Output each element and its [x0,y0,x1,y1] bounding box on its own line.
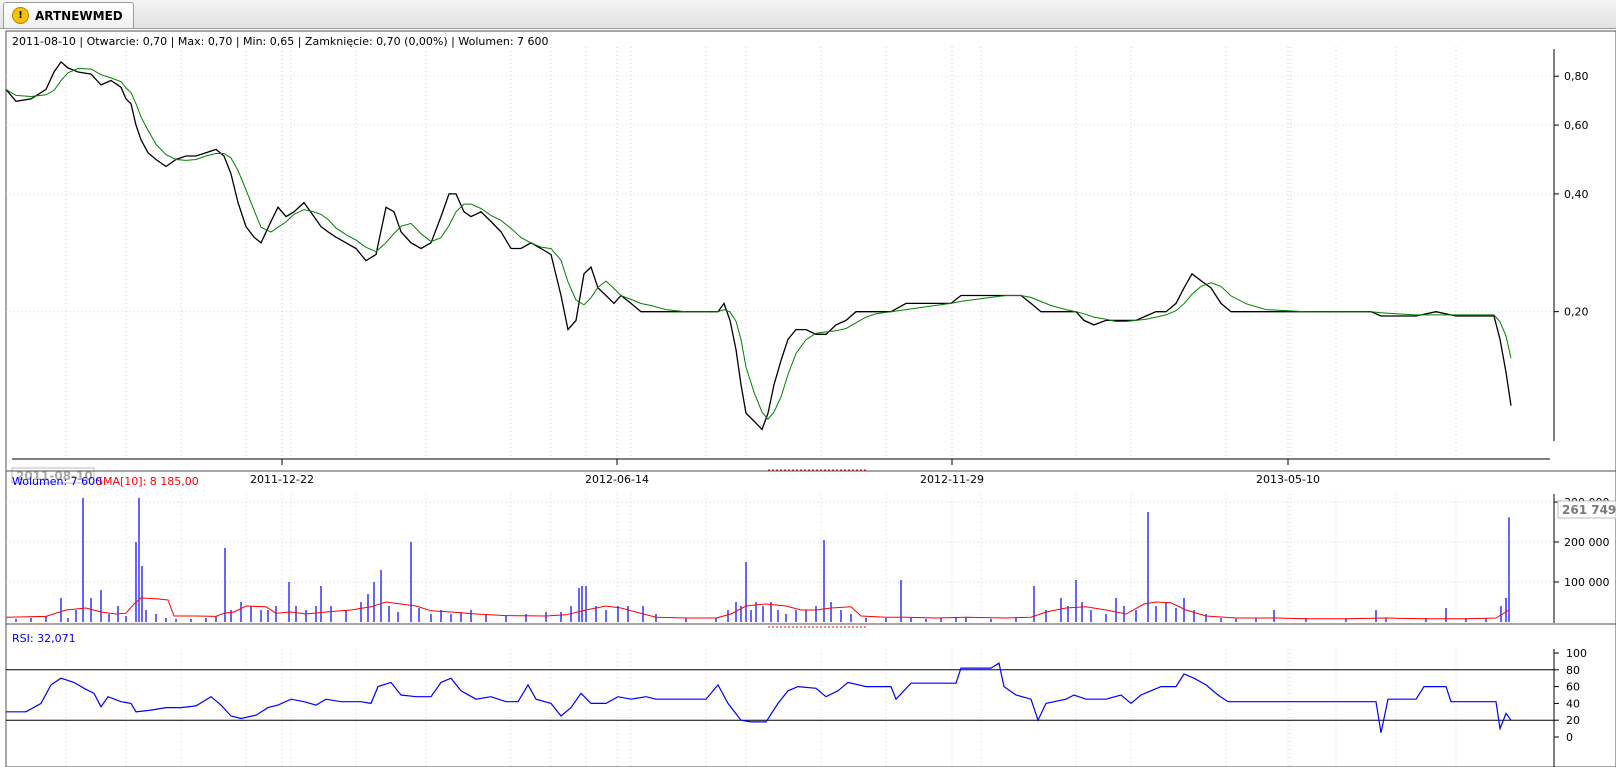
rsi-y-tick-label: 0 [1566,731,1573,744]
rsi-y-tick-label: 80 [1566,664,1580,677]
tab-artnewmed[interactable]: ! ARTNEWMED [3,2,134,28]
price-x-tick-label: 2012-11-29 [920,473,984,486]
rsi-label: RSI: 32,071 [12,632,76,645]
volume-y-tick-label: 100 000 [1564,576,1610,589]
price-y-tick-label: 0,80 [1564,70,1589,83]
price-y-tick-label: 0,20 [1564,306,1589,319]
volume-marker: 261 749 [1562,503,1616,517]
tab-bar: ! ARTNEWMED [0,0,1616,29]
stock-chart[interactable]: 2011-08-10 | Otwarcie: 0,70 | Max: 0,70 … [0,29,1616,767]
rsi-y-tick-label: 100 [1566,647,1587,660]
rsi-y-tick-label: 60 [1566,681,1580,694]
price-x-tick-label: 2012-06-14 [585,473,649,486]
tab-label: ARTNEWMED [35,8,123,23]
rsi-y-tick-label: 40 [1566,697,1580,710]
volume-y-tick-label: 200 000 [1564,536,1610,549]
rsi-y-tick-label: 20 [1566,714,1580,727]
volume-label: Wolumen: 7 600 [12,475,102,488]
price-x-tick-label: 2011-12-22 [250,473,314,486]
warning-icon: ! [12,7,29,24]
chart-frame [5,30,1616,767]
price-y-tick-label: 0,40 [1564,188,1589,201]
price-x-tick-label: 2013-05-10 [1256,473,1320,486]
info-bar: 2011-08-10 | Otwarcie: 0,70 | Max: 0,70 … [12,35,549,48]
price-y-tick-label: 0,60 [1564,119,1589,132]
sma-label: SMA[10]: 8 185,00 [96,475,199,488]
